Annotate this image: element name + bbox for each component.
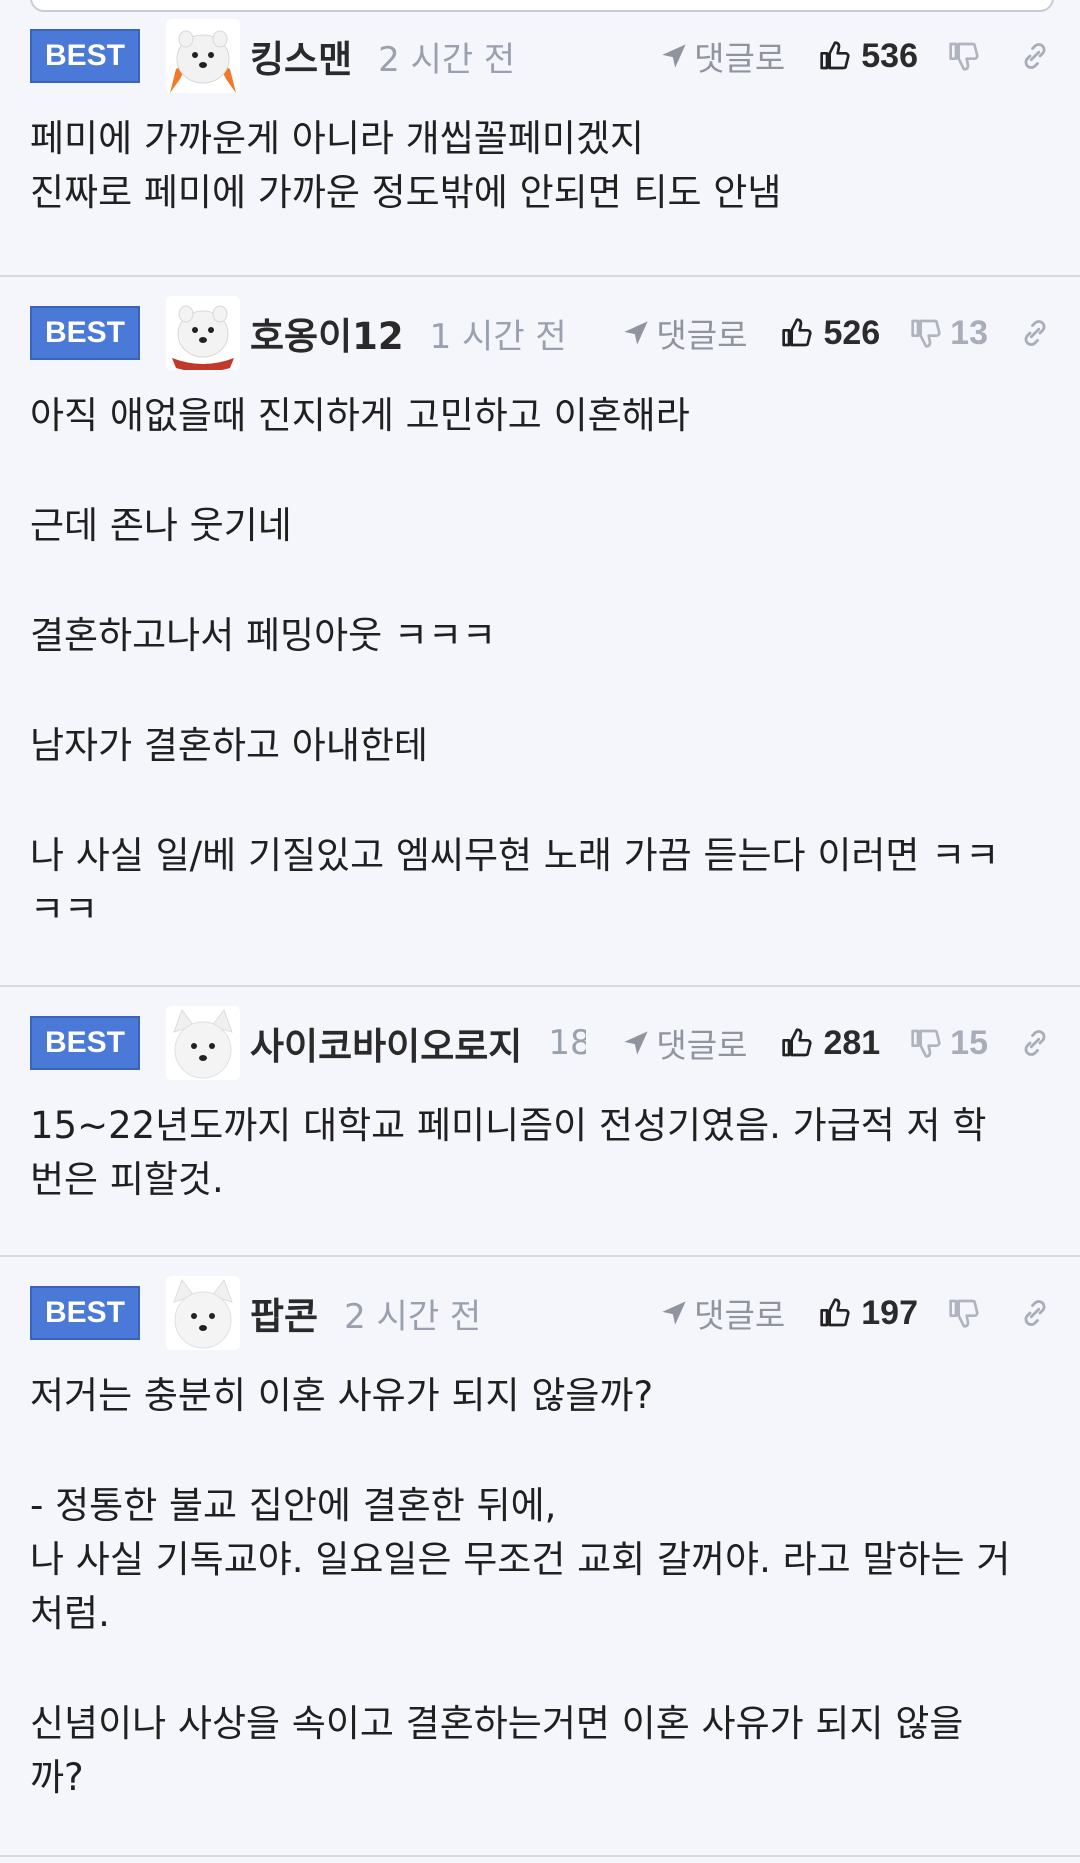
comment-time: 1 시간 전 bbox=[429, 316, 567, 357]
comment-item: BEST 사이코바이오로지 18 댓글로 281 15 15~22년도까지 대학… bbox=[0, 987, 1080, 1257]
comment-item: BEST 팝콘 2 시간 전 댓글로 197 저거는 충분히 이혼 사유가 되지… bbox=[0, 1257, 1080, 1857]
nickname[interactable]: 팝콘 bbox=[250, 1286, 318, 1340]
comment-line: 까? bbox=[30, 1756, 84, 1799]
link-icon bbox=[1024, 1030, 1046, 1056]
reply-label: 댓글로 bbox=[656, 316, 748, 355]
comment-body: 페미에 가까운게 아니라 개씹꼴페미겠지 진짜로 페미에 가까운 정도밖에 안되… bbox=[30, 112, 1050, 220]
comment-line: - 정통한 불교 집안에 결혼한 뒤에, bbox=[30, 1484, 557, 1527]
thumbs-down-icon bbox=[949, 1299, 979, 1328]
share-link-button[interactable] bbox=[1020, 41, 1050, 71]
share-link-button[interactable] bbox=[1020, 1028, 1050, 1058]
thumbs-down-icon bbox=[911, 1029, 941, 1058]
best-badge: BEST bbox=[30, 306, 140, 360]
comment-line: 신념이나 사상을 속이고 결혼하는거면 이혼 사유가 되지 않을 bbox=[30, 1702, 964, 1745]
link-icon bbox=[1024, 320, 1046, 346]
comment-body: 아직 애없을때 진지하게 고민하고 이혼해라 근데 존나 웃기네 결혼하고나서 … bbox=[30, 389, 1050, 937]
comment-line: 근데 존나 웃기네 bbox=[30, 504, 292, 547]
reply-label: 댓글로 bbox=[694, 39, 786, 78]
comment-line: 15~22년도까지 대학교 페미니즘이 전성기였음. 가급적 저 학 bbox=[30, 1104, 987, 1147]
dislike-count: 13 bbox=[950, 313, 988, 352]
reply-label: 댓글로 bbox=[694, 1296, 786, 1335]
best-badge: BEST bbox=[30, 1016, 140, 1070]
comment-line: 나 사실 일/베 기질있고 엠씨무현 노래 가끔 듣는다 이러면 ㅋㅋ bbox=[30, 834, 1000, 877]
send-arrow-icon bbox=[624, 321, 649, 345]
comment-actions: 댓글로 536 bbox=[660, 0, 1050, 112]
comment-line: 진짜로 페미에 가까운 정도밖에 안되면 티도 안냄 bbox=[30, 171, 782, 214]
dislike-button[interactable] bbox=[948, 40, 988, 72]
nickname[interactable]: 사이코바이오로지 bbox=[250, 1016, 522, 1070]
comment-header: BEST 팝콘 2 시간 전 댓글로 197 bbox=[30, 1257, 1050, 1369]
comment-line: 나 사실 기독교야. 일요일은 무조건 교회 갈꺼야. 라고 말하는 거 bbox=[30, 1538, 1011, 1581]
like-button[interactable]: 526 bbox=[781, 314, 880, 353]
reply-button[interactable]: 댓글로 bbox=[660, 32, 785, 80]
reply-label: 댓글로 bbox=[656, 1026, 748, 1065]
comment-body: 저거는 충분히 이혼 사유가 되지 않을까? - 정통한 불교 집안에 결혼한 … bbox=[30, 1369, 1050, 1805]
thumbs-down-icon bbox=[949, 42, 979, 71]
thumbs-up-icon bbox=[782, 318, 813, 347]
comment-header: BEST 킹스맨 2 시간 전 댓글로 536 bbox=[30, 0, 1050, 112]
comment-time: 2 시간 전 bbox=[378, 39, 516, 80]
reply-button[interactable]: 댓글로 bbox=[660, 1289, 785, 1337]
best-badge: BEST bbox=[30, 1286, 140, 1340]
like-count: 197 bbox=[861, 1293, 918, 1332]
avatar[interactable] bbox=[166, 296, 240, 370]
dislike-count: 15 bbox=[950, 1023, 988, 1062]
like-count: 536 bbox=[861, 36, 918, 75]
comment-item: BEST 호옹이12 1 시간 전 댓글로 526 13 아직 애없을때 진지하… bbox=[0, 277, 1080, 987]
dislike-button[interactable]: 15 bbox=[910, 1024, 988, 1063]
thumbs-up-icon bbox=[820, 1298, 850, 1327]
nickname[interactable]: 호옹이12 bbox=[250, 306, 404, 360]
link-icon bbox=[1024, 43, 1046, 69]
comment-line: 처럼. bbox=[30, 1592, 110, 1635]
reply-button[interactable]: 댓글로 bbox=[622, 309, 747, 357]
like-button[interactable]: 197 bbox=[819, 1294, 918, 1333]
comment-line: 결혼하고나서 페밍아웃 ㅋㅋㅋ bbox=[30, 614, 497, 657]
avatar[interactable] bbox=[166, 19, 240, 93]
like-count: 281 bbox=[823, 1023, 881, 1062]
share-link-button[interactable] bbox=[1020, 318, 1050, 348]
comment-line: 저거는 충분히 이혼 사유가 되지 않을까? bbox=[30, 1374, 654, 1417]
thumbs-up-icon bbox=[820, 41, 850, 70]
comment-item: BEST 킹스맨 2 시간 전 댓글로 536 페미에 가까운게 아니라 개씹꼴… bbox=[0, 0, 1080, 277]
avatar[interactable] bbox=[166, 1006, 240, 1080]
comment-line: 페미에 가까운게 아니라 개씹꼴페미겠지 bbox=[30, 117, 644, 160]
thumbs-down-icon bbox=[911, 319, 941, 348]
comment-actions: 댓글로 526 13 bbox=[622, 277, 1050, 389]
send-arrow-icon bbox=[662, 44, 686, 68]
reply-button[interactable]: 댓글로 bbox=[622, 1019, 747, 1067]
send-arrow-icon bbox=[624, 1031, 649, 1055]
like-count: 526 bbox=[823, 313, 881, 352]
comment-header: BEST 사이코바이오로지 18 댓글로 281 15 bbox=[30, 987, 1050, 1099]
comment-line: 아직 애없을때 진지하게 고민하고 이혼해라 bbox=[30, 394, 690, 437]
comment-actions: 댓글로 197 bbox=[660, 1257, 1050, 1369]
comment-time: 18 bbox=[548, 1023, 587, 1063]
like-button[interactable]: 281 bbox=[781, 1024, 880, 1063]
avatar[interactable] bbox=[166, 1276, 240, 1350]
comment-time: 2 시간 전 bbox=[344, 1296, 482, 1337]
thumbs-up-icon bbox=[782, 1028, 813, 1057]
comment-header: BEST 호옹이12 1 시간 전 댓글로 526 13 bbox=[30, 277, 1050, 389]
comment-actions: 댓글로 281 15 bbox=[622, 987, 1050, 1099]
nickname[interactable]: 킹스맨 bbox=[250, 29, 352, 83]
share-link-button[interactable] bbox=[1020, 1298, 1050, 1328]
comment-line: ㅋㅋ bbox=[30, 888, 99, 931]
comment-line: 남자가 결혼하고 아내한테 bbox=[30, 724, 428, 767]
link-icon bbox=[1024, 1300, 1046, 1326]
send-arrow-icon bbox=[662, 1301, 686, 1325]
best-badge: BEST bbox=[30, 29, 140, 83]
dislike-button[interactable] bbox=[948, 1297, 988, 1329]
dislike-button[interactable]: 13 bbox=[910, 314, 988, 353]
like-button[interactable]: 536 bbox=[819, 37, 918, 76]
comment-body: 15~22년도까지 대학교 페미니즘이 전성기였음. 가급적 저 학 번은 피할… bbox=[30, 1099, 1050, 1207]
comment-line: 번은 피할것. bbox=[30, 1158, 224, 1201]
